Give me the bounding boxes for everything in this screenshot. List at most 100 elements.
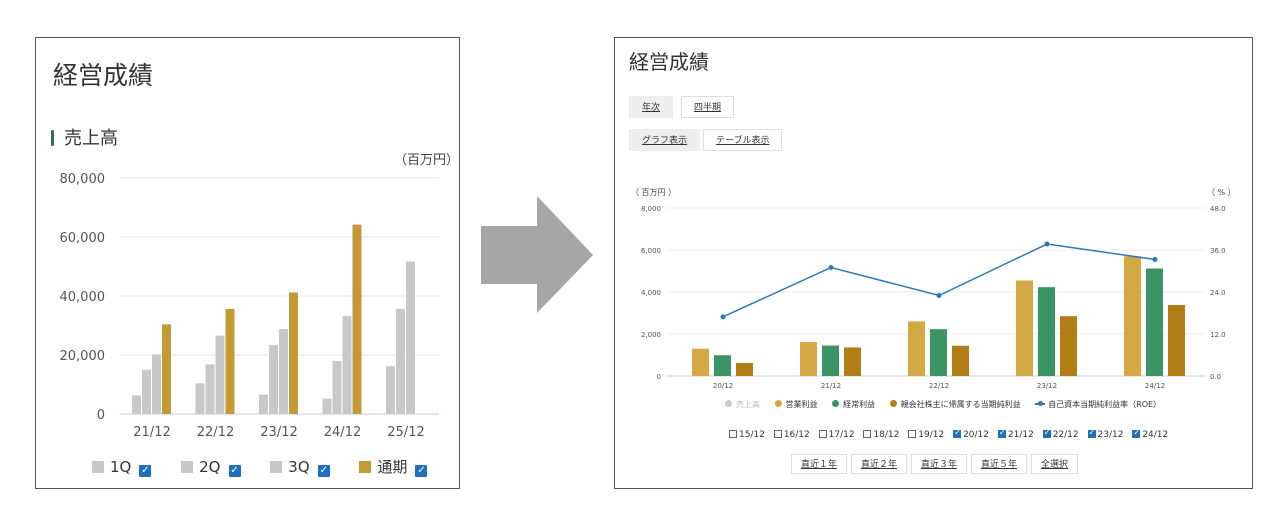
roe-point — [828, 265, 834, 270]
year-checkbox[interactable] — [1042, 428, 1051, 438]
year-label: 24/12 — [1142, 430, 1169, 440]
left-x-tick-label: 25/12 — [387, 425, 424, 440]
recent-2-years-button[interactable]: 直近２年 — [851, 454, 908, 474]
left-bar-2q — [142, 369, 151, 414]
recent-5-years-button[interactable]: 直近５年 — [971, 454, 1028, 474]
left-bar-3q — [406, 261, 415, 414]
left-bar-3q — [279, 329, 288, 414]
year-label: 21/12 — [1007, 430, 1034, 440]
left-bar-2q — [332, 360, 342, 414]
legend-item-operating-profit[interactable]: 営業利益 — [774, 399, 818, 410]
left-panel: 経営成績 売上高 （百万円） 0 20,000 40,000 60,000 80,000… — [35, 37, 460, 489]
year-checkbox[interactable] — [908, 430, 917, 438]
legend-dot — [774, 400, 782, 407]
right-bar-series-2 — [1060, 316, 1077, 376]
right-y2-tick-label: 12.0 — [1210, 331, 1226, 339]
year-option-23-12[interactable]: 23/12 — [1087, 428, 1123, 440]
recent-3-years-button[interactable]: 直近３年 — [911, 454, 968, 474]
year-option-18-12[interactable]: 18/12 — [863, 430, 899, 440]
right-bar-series-0 — [908, 321, 925, 376]
right-arrow-icon — [481, 196, 593, 313]
right-y-tick-label: 6,000 — [641, 247, 661, 255]
left-legend: 1Q ✓ 2Q ✓ 3Q ✓ 通期 ✓ — [92, 456, 452, 477]
legend-checkbox-2q[interactable]: ✓ — [228, 465, 241, 477]
year-checkbox[interactable] — [818, 430, 827, 438]
legend-label: 営業利益 — [785, 400, 818, 409]
right-x-tick-label: 23/12 — [1037, 382, 1057, 390]
legend-swatch — [92, 461, 104, 473]
year-option-19-12[interactable]: 19/12 — [908, 430, 944, 440]
legend-label: 自己資本当期純利益率（ROE） — [1048, 400, 1162, 409]
legend-label: 売上高 — [736, 400, 760, 409]
year-option-20-12[interactable]: 20/12 — [953, 428, 989, 440]
right-bar-series-0 — [1124, 256, 1141, 376]
roe-point — [720, 314, 726, 320]
year-option-24-12[interactable]: 24/12 — [1132, 428, 1169, 440]
year-option-22-12[interactable]: 22/12 — [1042, 428, 1079, 440]
roe-point — [1152, 256, 1158, 262]
left-bar-1q — [195, 383, 205, 414]
legend-checkbox-fy[interactable]: ✓ — [415, 465, 428, 477]
right-y-tick-label: 4,000 — [641, 289, 661, 297]
right-legend: 売上高 営業利益 経常利益 親会社株主に帰属する当期純利益 自己資本当期純利益率… — [725, 399, 1173, 410]
left-y-tick-label: 60,000 — [60, 231, 106, 246]
legend-label: 2Q — [199, 458, 221, 476]
left-bar-通期 — [162, 324, 171, 414]
left-bar-2q — [205, 364, 215, 414]
year-label: 22/12 — [1052, 430, 1079, 440]
right-bar-series-2 — [1168, 305, 1185, 376]
left-x-tick-label: 21/12 — [133, 425, 170, 440]
legend-line-marker — [1035, 401, 1046, 406]
legend-item-ordinary-profit[interactable]: 経常利益 — [832, 399, 875, 410]
left-x-tick-label: 22/12 — [197, 425, 234, 440]
legend-swatch — [359, 461, 372, 473]
year-checkbox[interactable] — [1132, 428, 1141, 438]
year-label: 15/12 — [739, 430, 765, 440]
left-bar-1q — [322, 398, 332, 414]
left-bar-3q — [152, 354, 161, 414]
year-option-21-12[interactable]: 21/12 — [997, 428, 1034, 440]
left-y-tick-label: 0 — [97, 408, 105, 423]
left-bar-1q — [386, 366, 395, 414]
left-x-tick-label: 23/12 — [260, 425, 297, 440]
left-bar-3q — [215, 335, 225, 414]
legend-label: 親会社株主に帰属する当期純利益 — [900, 400, 1021, 409]
legend-label: 経常利益 — [843, 400, 876, 409]
year-option-15-12[interactable]: 15/12 — [729, 430, 765, 440]
roe-point — [1044, 241, 1050, 247]
right-bar-series-2 — [952, 345, 969, 376]
legend-item-net-income[interactable]: 親会社株主に帰属する当期純利益 — [889, 399, 1021, 410]
year-checkbox[interactable] — [1087, 428, 1096, 438]
right-bar-series-1 — [1038, 287, 1055, 376]
legend-label: 3Q — [288, 458, 310, 476]
legend-item-roe[interactable]: 自己資本当期純利益率（ROE） — [1035, 399, 1161, 410]
left-y-tick-label: 40,000 — [60, 290, 106, 305]
recent-1-year-button[interactable]: 直近１年 — [791, 454, 848, 474]
select-all-button[interactable]: 全選択 — [1031, 454, 1079, 474]
year-option-17-12[interactable]: 17/12 — [818, 430, 855, 440]
right-x-tick-label: 24/12 — [1145, 382, 1165, 390]
year-checkbox[interactable] — [997, 428, 1006, 438]
right-x-tick-label: 21/12 — [821, 382, 841, 390]
year-checkbox[interactable] — [863, 430, 872, 438]
right-x-tick-label: 20/12 — [713, 382, 733, 390]
year-label: 16/12 — [783, 430, 810, 440]
legend-item-2q: 2Q ✓ — [181, 458, 241, 477]
year-checkbox[interactable] — [729, 430, 737, 438]
year-option-16-12[interactable]: 16/12 — [773, 430, 810, 440]
right-bar-series-2 — [736, 362, 753, 376]
left-bar-1q — [132, 395, 141, 414]
left-bar-3q — [342, 316, 352, 414]
year-label: 19/12 — [918, 430, 945, 440]
left-y-tick-label: 80,000 — [60, 172, 106, 187]
left-x-tick-label: 24/12 — [324, 425, 361, 440]
legend-checkbox-3q[interactable]: ✓ — [317, 465, 330, 477]
year-checkbox[interactable] — [773, 430, 782, 438]
right-x-tick-label: 22/12 — [929, 382, 949, 390]
left-bar-2q — [269, 344, 278, 414]
legend-item-fy: 通期 ✓ — [359, 456, 428, 477]
legend-checkbox-1q[interactable]: ✓ — [139, 465, 152, 477]
year-checkbox[interactable] — [953, 428, 962, 438]
legend-item-sales[interactable]: 売上高 — [725, 399, 760, 410]
right-bar-series-1 — [822, 345, 839, 376]
